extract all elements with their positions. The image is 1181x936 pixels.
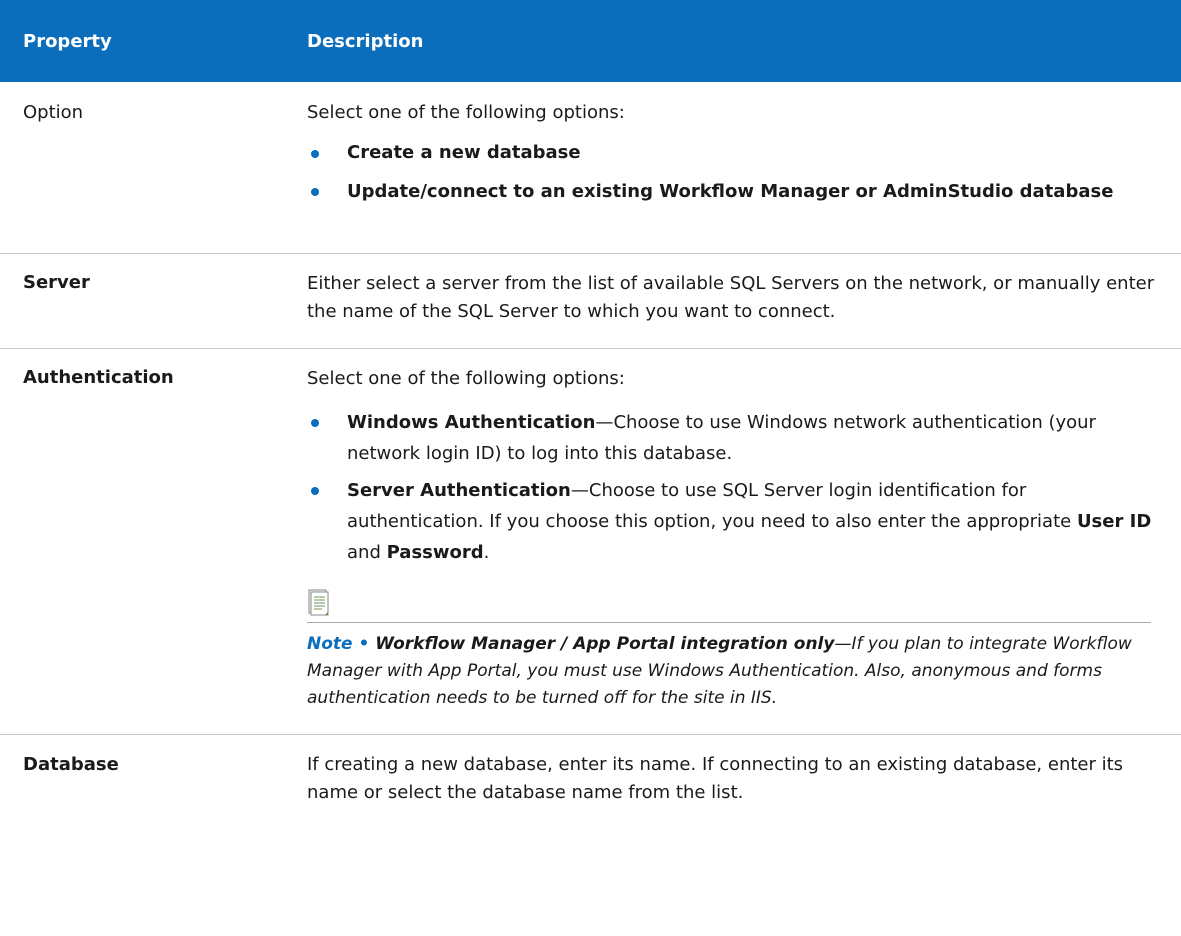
notepad-icon [308, 589, 329, 616]
list-item: Create a new database [307, 139, 1157, 167]
property-server: Server [23, 272, 90, 293]
list-item: Update/connect to an existing Workflow M… [307, 176, 1157, 207]
user-id-term: User ID [1076, 511, 1152, 532]
period-text: . [483, 542, 490, 563]
description-option: Select one of the following options: Cre… [307, 82, 1181, 253]
header-description: Description [307, 30, 424, 52]
description-server: Either select a server from the list of … [307, 254, 1181, 348]
server-auth-term: Server Authentication [347, 480, 571, 501]
authentication-intro: Select one of the following options: [307, 368, 625, 389]
database-description-text: If creating a new database, enter its na… [307, 754, 1124, 803]
authentication-list: Windows Authentication—Choose to use Win… [307, 407, 1157, 568]
header-property: Property [23, 30, 112, 52]
note-text: Note • Workflow Manager / App Portal int… [307, 631, 1157, 712]
list-item: Server Authentication—Choose to use SQL … [307, 475, 1157, 568]
description-database: If creating a new database, enter its na… [307, 735, 1181, 935]
server-description-text: Either select a server from the list of … [307, 273, 1155, 322]
property-database: Database [23, 754, 119, 775]
conjunction-text: and [347, 542, 387, 563]
property-option: Option [23, 102, 84, 123]
bullet-icon [311, 150, 319, 158]
table-row-database: Database If creating a new database, ent… [0, 735, 1181, 935]
table-row-authentication: Authentication Select one of the followi… [0, 349, 1181, 735]
option-intro: Select one of the following options: [307, 102, 625, 123]
option-item-create: Create a new database [347, 142, 581, 163]
list-item: Windows Authentication—Choose to use Win… [307, 407, 1157, 469]
option-item-update: Update/connect to an existing Workflow M… [347, 181, 1114, 202]
bullet-icon [311, 188, 319, 196]
description-authentication: Select one of the following options: Win… [307, 349, 1181, 734]
property-table: Property Description Option Select one o… [0, 0, 1181, 935]
table-header: Property Description [0, 0, 1181, 82]
note-title: Workflow Manager / App Portal integratio… [375, 634, 835, 654]
note-block: Note • Workflow Manager / App Portal int… [307, 588, 1157, 712]
password-term: Password [386, 542, 484, 563]
note-label: Note • [307, 634, 376, 654]
note-divider [307, 622, 1151, 623]
bullet-icon [311, 419, 319, 427]
table-row-server: Server Either select a server from the l… [0, 254, 1181, 349]
option-list: Create a new database Update/connect to … [307, 139, 1157, 211]
table-row-option: Option Select one of the following optio… [0, 82, 1181, 254]
bullet-icon [311, 487, 319, 495]
windows-auth-term: Windows Authentication [347, 412, 596, 433]
property-authentication: Authentication [23, 367, 174, 388]
